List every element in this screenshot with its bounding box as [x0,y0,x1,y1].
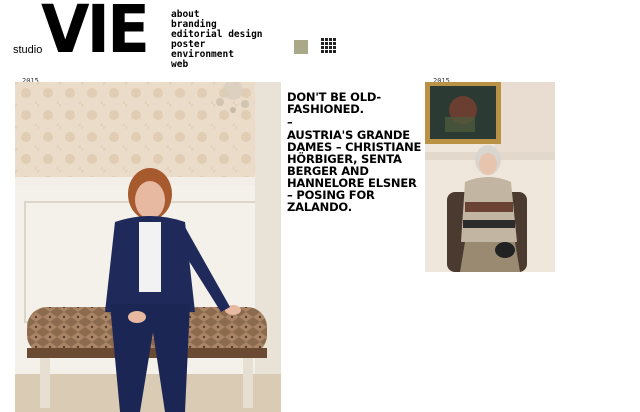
grid-view-icon[interactable] [321,38,337,54]
project-caption: Don't be old-fashioned. – Austria's gran… [287,91,422,214]
caption-body: Austria's grande dames – Christiane Hörb… [287,128,422,214]
project-photo-portrait[interactable] [425,82,555,272]
project-photo-grande-dames[interactable] [15,82,281,412]
caption-dash: – [287,115,293,129]
main-nav: about branding editorial design poster e… [171,10,263,70]
photo-illustration [15,82,281,412]
single-view-square-icon[interactable] [294,40,308,54]
photo-illustration [425,82,555,272]
nav-web[interactable]: web [171,60,263,70]
logo-studio-text: studio [13,44,43,56]
caption-headline: Don't be old-fashioned. [287,90,381,116]
logo-vie-text: VIE [41,0,150,68]
